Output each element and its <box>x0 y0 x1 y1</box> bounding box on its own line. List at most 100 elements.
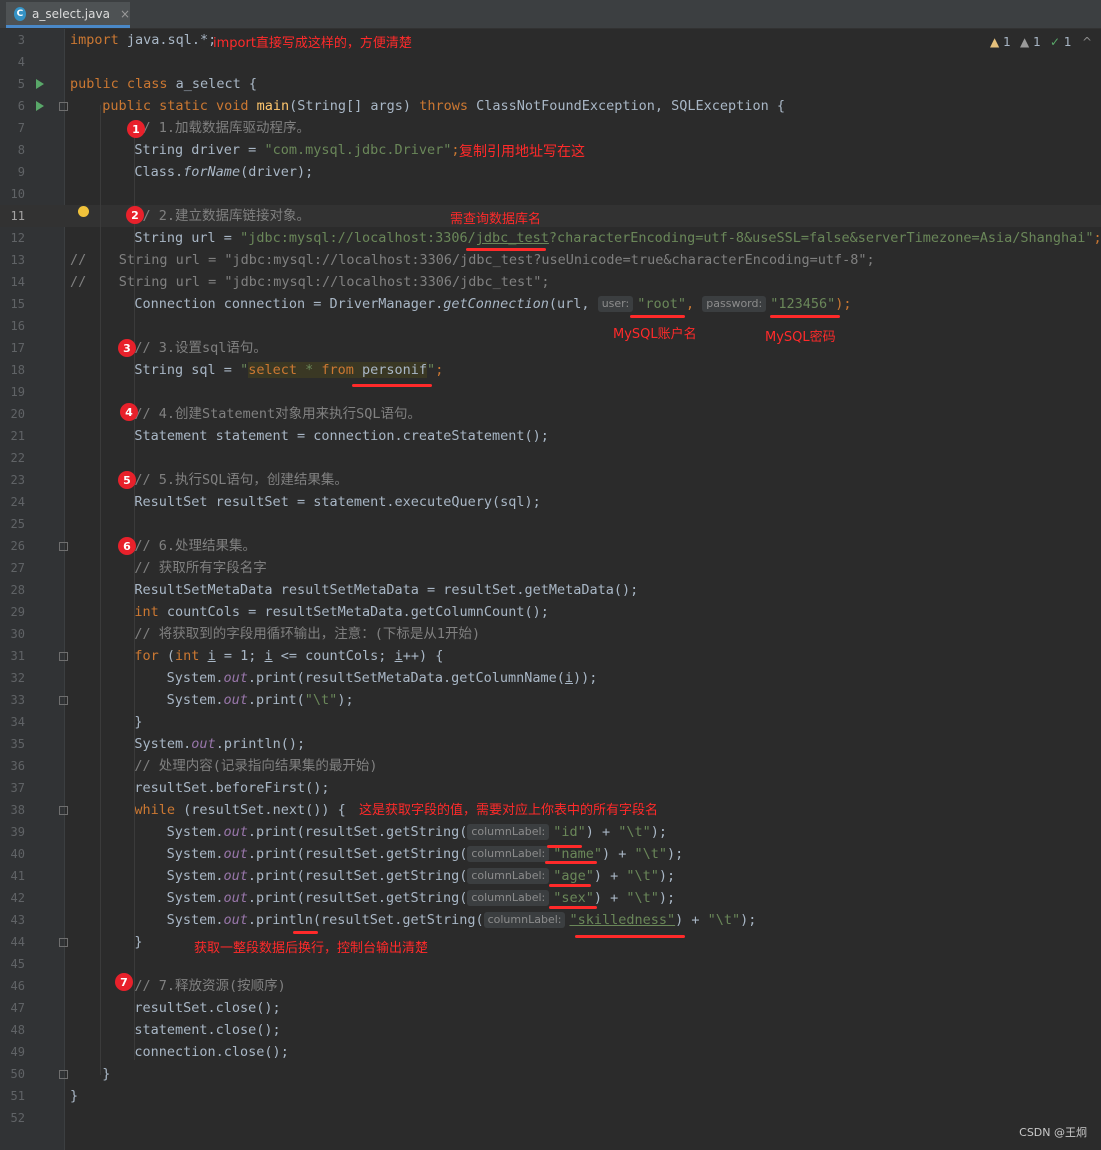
step-badge: 2 <box>126 206 144 224</box>
code-text[interactable]: System.out.print(resultSet.getString(col… <box>167 865 675 887</box>
code-line[interactable]: 19 <box>0 381 1101 403</box>
line-number: 34 <box>10 715 25 729</box>
code-text[interactable]: } <box>70 1085 78 1107</box>
line-number: 25 <box>10 517 25 531</box>
fold-icon[interactable] <box>59 696 68 705</box>
line-number: 3 <box>17 33 25 47</box>
fold-icon[interactable] <box>59 1070 68 1079</box>
annotation-driver-note: 复制引用地址写在这 <box>459 144 585 160</box>
code-text[interactable]: connection.close(); <box>134 1041 288 1063</box>
code-line[interactable]: 4 <box>0 51 1101 73</box>
weak-warning-icon[interactable]: ▲ 1 <box>1020 35 1041 49</box>
code-text[interactable]: // 6.处理结果集。 <box>134 535 256 557</box>
code-text[interactable]: System.out.println(); <box>134 733 305 755</box>
annotation-println-note: 获取一整段数据后换行，控制台输出清楚 <box>194 941 429 956</box>
fold-icon[interactable] <box>59 102 68 111</box>
line-number: 26 <box>10 539 25 553</box>
chevron-up-icon[interactable]: ^ <box>1082 35 1092 49</box>
code-line[interactable]: 25 <box>0 513 1101 535</box>
annotation-import-note: import直接写成这样的，方便清楚 <box>213 36 412 51</box>
code-text[interactable]: while (resultSet.next()) { <box>134 799 345 821</box>
code-text[interactable]: String url = "jdbc:mysql://localhost:330… <box>134 227 1101 249</box>
code-line[interactable]: 45 <box>0 953 1101 975</box>
code-text[interactable]: public class a_select { <box>70 73 257 95</box>
code-text[interactable]: public static void main(String[] args) t… <box>102 95 785 117</box>
run-icon[interactable] <box>36 79 44 89</box>
lightbulb-icon[interactable] <box>78 206 89 217</box>
code-line[interactable]: 10 <box>0 183 1101 205</box>
code-text[interactable]: // 处理内容(记录指向结果集的最开始) <box>134 755 377 777</box>
code-text[interactable]: // 4.创建Statement对象用来执行SQL语句。 <box>134 403 421 425</box>
code-text[interactable]: } <box>134 711 142 733</box>
red-underline-mark <box>545 861 597 864</box>
code-text[interactable]: statement.close(); <box>134 1019 280 1041</box>
code-line[interactable]: 22 <box>0 447 1101 469</box>
code-line[interactable]: 16 <box>0 315 1101 337</box>
code-text[interactable]: // 5.执行SQL语句，创建结果集。 <box>134 469 348 491</box>
code-line[interactable]: 34 <box>0 711 1101 733</box>
warning-icon[interactable]: ▲ 1 <box>990 35 1011 49</box>
code-text[interactable]: System.out.print(resultSet.getString(col… <box>167 821 667 843</box>
close-icon[interactable]: × <box>120 7 130 21</box>
code-text[interactable]: // 将获取到的字段用循环输出，注意：(下标是从1开始) <box>134 623 480 645</box>
code-line[interactable]: 50 <box>0 1063 1101 1085</box>
indent-guide <box>100 105 101 1075</box>
code-text[interactable]: int countCols = resultSetMetaData.getCol… <box>134 601 549 623</box>
line-number: 8 <box>17 143 25 157</box>
line-number: 35 <box>10 737 25 751</box>
line-number: 45 <box>10 957 25 971</box>
red-underline-mark <box>293 931 318 934</box>
code-text[interactable]: // 3.设置sql语句。 <box>134 337 267 359</box>
code-text[interactable]: // String url = "jdbc:mysql://localhost:… <box>70 249 875 271</box>
code-line[interactable]: 44 <box>0 931 1101 953</box>
java-class-icon: C <box>14 6 26 21</box>
code-text[interactable]: System.out.print("\t"); <box>167 689 354 711</box>
fold-icon[interactable] <box>59 652 68 661</box>
code-text[interactable]: System.out.print(resultSet.getString(col… <box>167 843 683 865</box>
code-text[interactable]: String sql = "select * from personif"; <box>134 359 443 381</box>
code-text[interactable]: // String url = "jdbc:mysql://localhost:… <box>70 271 550 293</box>
code-line[interactable]: 33 <box>0 689 1101 711</box>
line-number: 11 <box>10 209 25 223</box>
typo-check-icon[interactable]: ✓ 1 <box>1050 35 1072 49</box>
fold-icon[interactable] <box>59 938 68 947</box>
fold-icon[interactable] <box>59 806 68 815</box>
line-number: 49 <box>10 1045 25 1059</box>
editor-tab-bar: C a_select.java × <box>0 0 1101 29</box>
code-text[interactable]: Connection connection = DriverManager.ge… <box>134 293 852 315</box>
code-text[interactable]: Class.forName(driver); <box>134 161 313 183</box>
line-number: 40 <box>10 847 25 861</box>
code-text[interactable]: // 1.加载数据库驱动程序。 <box>134 117 310 139</box>
line-number: 22 <box>10 451 25 465</box>
step-badge: 3 <box>118 339 136 357</box>
code-line[interactable]: 51 <box>0 1085 1101 1107</box>
code-text[interactable]: Statement statement = connection.createS… <box>134 425 549 447</box>
code-text[interactable]: import java.sql.*; <box>70 29 216 51</box>
code-text[interactable]: resultSet.beforeFirst(); <box>134 777 329 799</box>
code-text[interactable]: for (int i = 1; i <= countCols; i++) { <box>134 645 443 667</box>
code-editor[interactable]: 3 4 5 6 7 8 9 10 11 12 13 14 15 16 17 18 19 20 21 22 23 24 25 2… <box>0 29 1101 1150</box>
code-text[interactable]: System.out.print(resultSet.getString(col… <box>167 887 675 909</box>
red-underline-mark <box>466 248 546 251</box>
code-text[interactable]: System.out.println(resultSet.getString(c… <box>167 909 756 931</box>
annotation-db-note: 需查询数据库名 <box>450 212 542 227</box>
code-text[interactable]: } <box>134 931 142 953</box>
code-line[interactable]: 52 <box>0 1107 1101 1129</box>
line-number: 32 <box>10 671 25 685</box>
code-text[interactable]: System.out.print(resultSetMetaData.getCo… <box>167 667 598 689</box>
code-text[interactable]: ResultSet resultSet = statement.executeQ… <box>134 491 540 513</box>
line-number: 43 <box>10 913 25 927</box>
code-text[interactable]: // 2.建立数据库链接对象。 <box>134 205 310 227</box>
code-text[interactable]: String driver = "com.mysql.jdbc.Driver"; <box>134 139 459 161</box>
run-icon[interactable] <box>36 101 44 111</box>
line-number: 50 <box>10 1067 25 1081</box>
code-text[interactable]: // 7.释放资源(按顺序) <box>134 975 285 997</box>
code-text[interactable]: } <box>102 1063 110 1085</box>
line-number: 29 <box>10 605 25 619</box>
fold-icon[interactable] <box>59 542 68 551</box>
code-text[interactable]: ResultSetMetaData resultSetMetaData = re… <box>134 579 638 601</box>
code-text[interactable]: resultSet.close(); <box>134 997 280 1019</box>
line-number: 24 <box>10 495 25 509</box>
code-text[interactable]: // 获取所有字段名字 <box>134 557 266 579</box>
file-tab[interactable]: C a_select.java × <box>6 2 130 28</box>
